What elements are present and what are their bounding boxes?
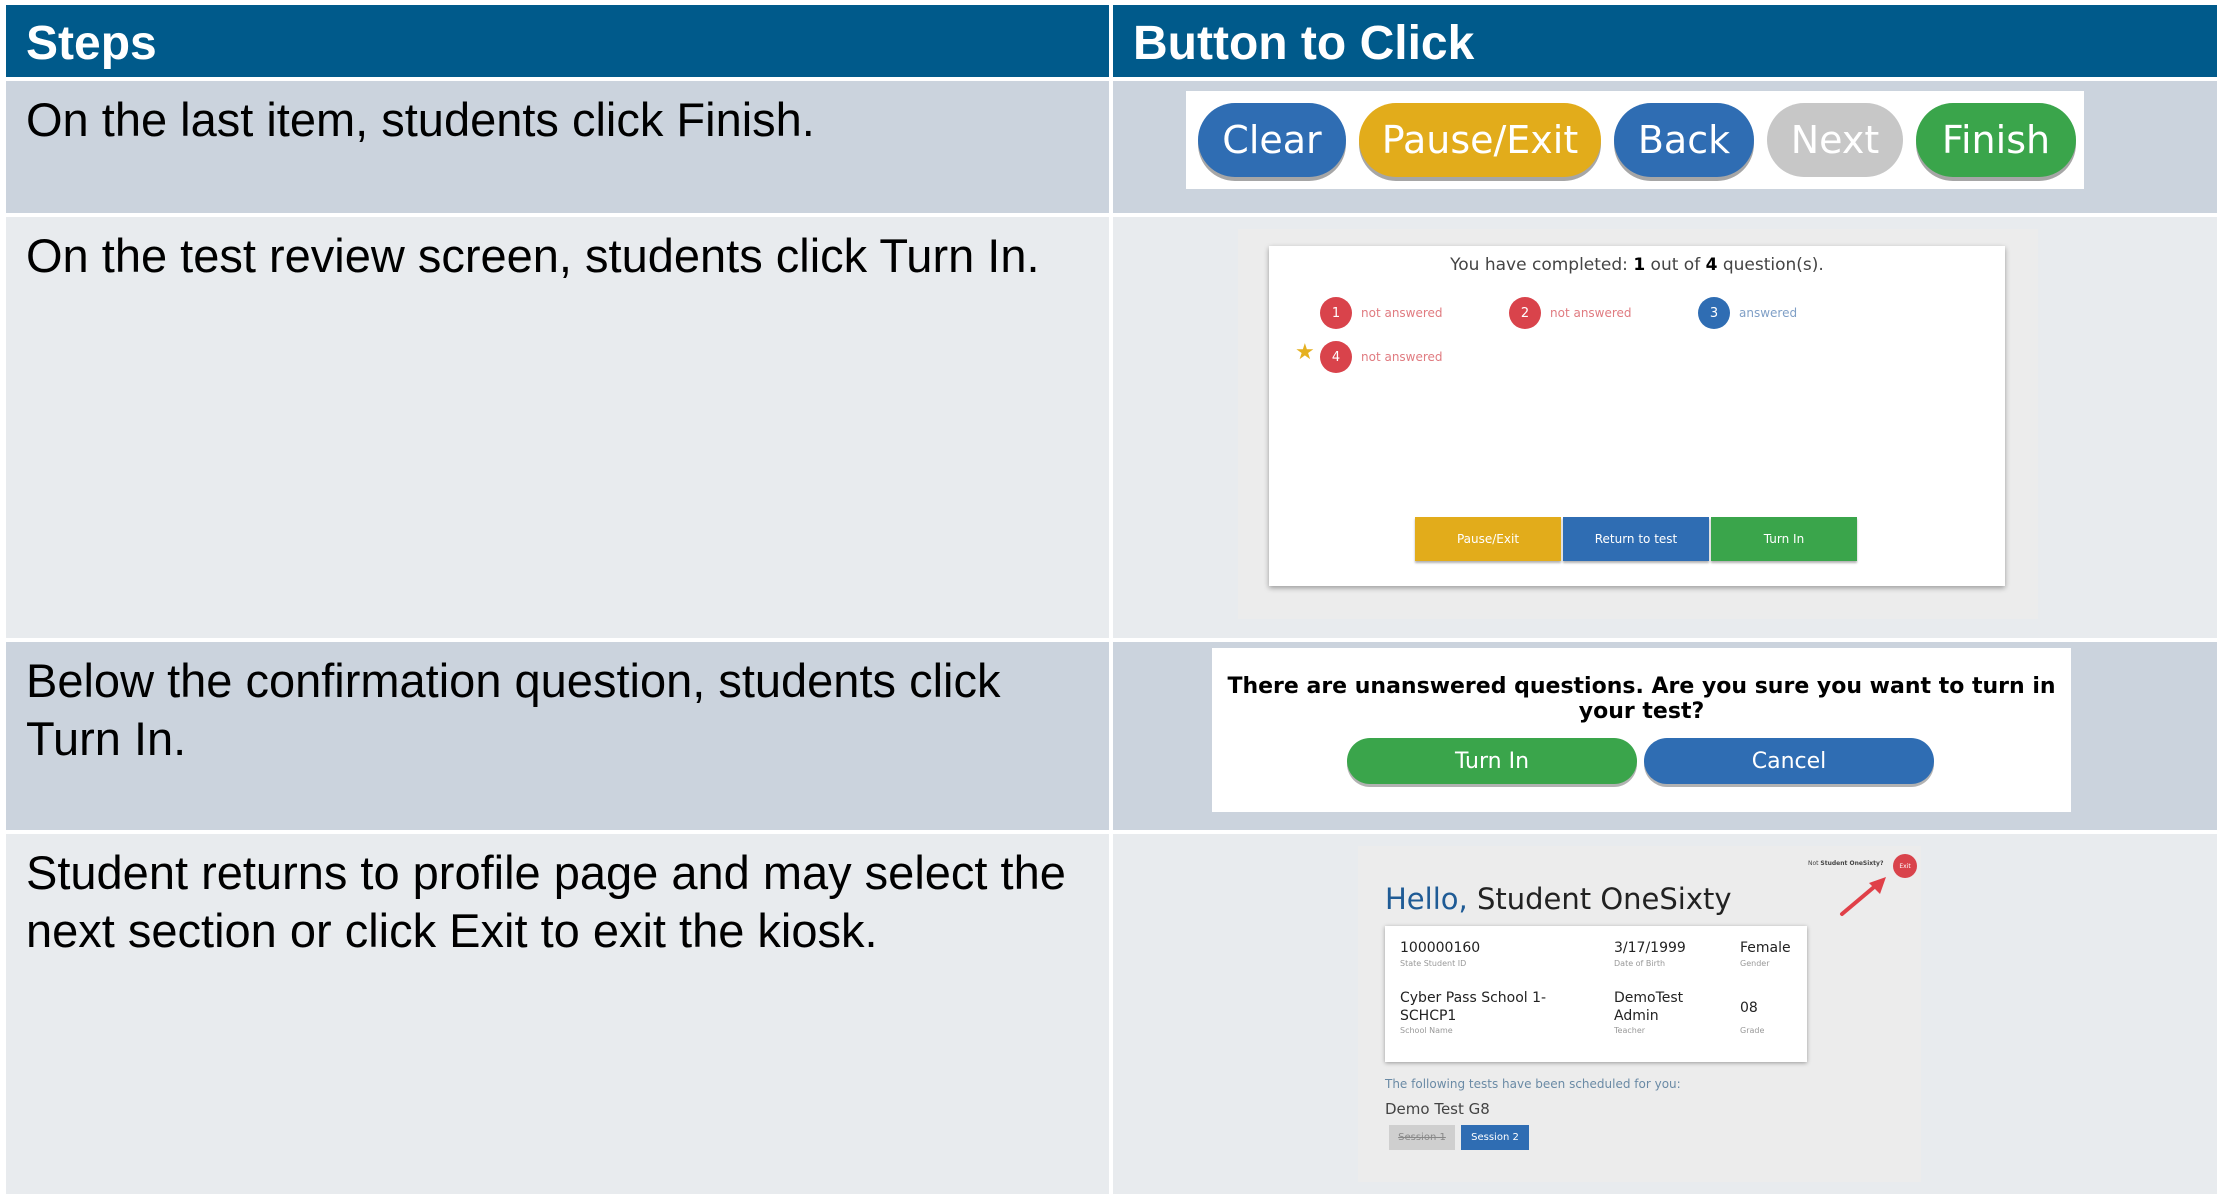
completion-summary: You have completed: 1 out of 4 question(… (1450, 255, 1824, 275)
review-pause-exit-button[interactable]: Pause/Exit (1415, 517, 1561, 561)
question-item-3[interactable]: 3 answered (1698, 297, 1797, 329)
next-button[interactable]: Next (1767, 103, 1903, 177)
greeting: Hello, Student OneSixty (1385, 882, 1732, 916)
test-review-panel: You have completed: 1 out of 4 question(… (1269, 246, 2005, 586)
confirm-cancel-button[interactable]: Cancel (1644, 738, 1934, 784)
state-student-id: 100000160 (1400, 940, 1481, 956)
question-status: not answered (1361, 350, 1443, 364)
teacher-label: Teacher (1614, 1026, 1646, 1035)
confirm-turn-in-button[interactable]: Turn In (1347, 738, 1637, 784)
step-2-image: You have completed: 1 out of 4 question(… (1113, 217, 2217, 638)
review-turn-in-button[interactable]: Turn In (1711, 517, 1857, 561)
question-number: 2 (1509, 297, 1541, 329)
gender-label: Gender (1740, 959, 1770, 968)
confirmation-dialog: There are unanswered questions. Are you … (1212, 648, 2071, 812)
teacher-line1: DemoTest (1614, 990, 1684, 1006)
return-to-test-button[interactable]: Return to test (1563, 517, 1709, 561)
test-name: Demo Test G8 (1385, 1100, 1490, 1118)
header-steps: Steps (6, 5, 1109, 77)
step-4-text: Student returns to profile page and may … (6, 834, 1109, 1194)
school-name-label: School Name (1400, 1026, 1453, 1035)
question-item-4[interactable]: 4 not answered (1320, 341, 1443, 373)
back-button[interactable]: Back (1614, 103, 1754, 177)
header-button-to-click: Button to Click (1113, 5, 2217, 77)
grade: 08 (1740, 1000, 1758, 1016)
question-number: 1 (1320, 297, 1352, 329)
pause-exit-button[interactable]: Pause/Exit (1359, 103, 1601, 177)
question-number: 4 (1320, 341, 1352, 373)
confirmation-question: There are unanswered questions. Are you … (1227, 674, 2056, 724)
question-number: 3 (1698, 297, 1730, 329)
clear-button[interactable]: Clear (1198, 103, 1346, 177)
session-2-button[interactable]: Session 2 (1461, 1125, 1529, 1150)
steps-table: Steps Button to Click On the last item, … (6, 5, 2217, 1194)
question-status: not answered (1361, 306, 1443, 320)
teacher-line2: Admin (1614, 1008, 1659, 1024)
step-3-image: There are unanswered questions. Are you … (1113, 642, 2217, 830)
step-2-text: On the test review screen, students clic… (6, 217, 1109, 638)
exit-button[interactable]: Exit (1893, 854, 1917, 878)
student-profile-page: Not Student OneSixty? Exit Hello, Studen… (1358, 846, 1921, 1182)
step-4-image: Not Student OneSixty? Exit Hello, Studen… (1113, 834, 2217, 1194)
step-1-image: Clear Pause/Exit Back Next Finish (1113, 81, 2217, 213)
step-1-text: On the last item, students click Finish. (6, 81, 1109, 213)
nav-button-bar: Clear Pause/Exit Back Next Finish (1186, 91, 2084, 189)
session-1-button: Session 1 (1389, 1125, 1455, 1150)
flag-star-icon: ★ (1295, 340, 1315, 365)
grade-label: Grade (1740, 1026, 1765, 1035)
question-status: answered (1739, 306, 1798, 320)
scheduled-tests-text: The following tests have been scheduled … (1385, 1077, 1681, 1091)
student-info-card: 100000160 State Student ID 3/17/1999 Dat… (1385, 926, 1807, 1062)
school-name-line1: Cyber Pass School 1- (1400, 990, 1547, 1006)
gender: Female (1740, 940, 1791, 956)
state-student-id-label: State Student ID (1400, 959, 1467, 968)
school-name-line2: SCHCP1 (1400, 1008, 1457, 1024)
date-of-birth: 3/17/1999 (1614, 940, 1686, 956)
question-item-1[interactable]: 1 not answered (1320, 297, 1443, 329)
finish-button[interactable]: Finish (1916, 103, 2076, 177)
pointer-arrow-icon (1840, 877, 1886, 916)
question-status: not answered (1550, 306, 1632, 320)
not-student-link[interactable]: Not Student OneSixty? (1808, 860, 1883, 867)
date-of-birth-label: Date of Birth (1614, 959, 1666, 968)
step-3-text: Below the confirmation question, student… (6, 642, 1109, 830)
question-item-2[interactable]: 2 not answered (1509, 297, 1632, 329)
